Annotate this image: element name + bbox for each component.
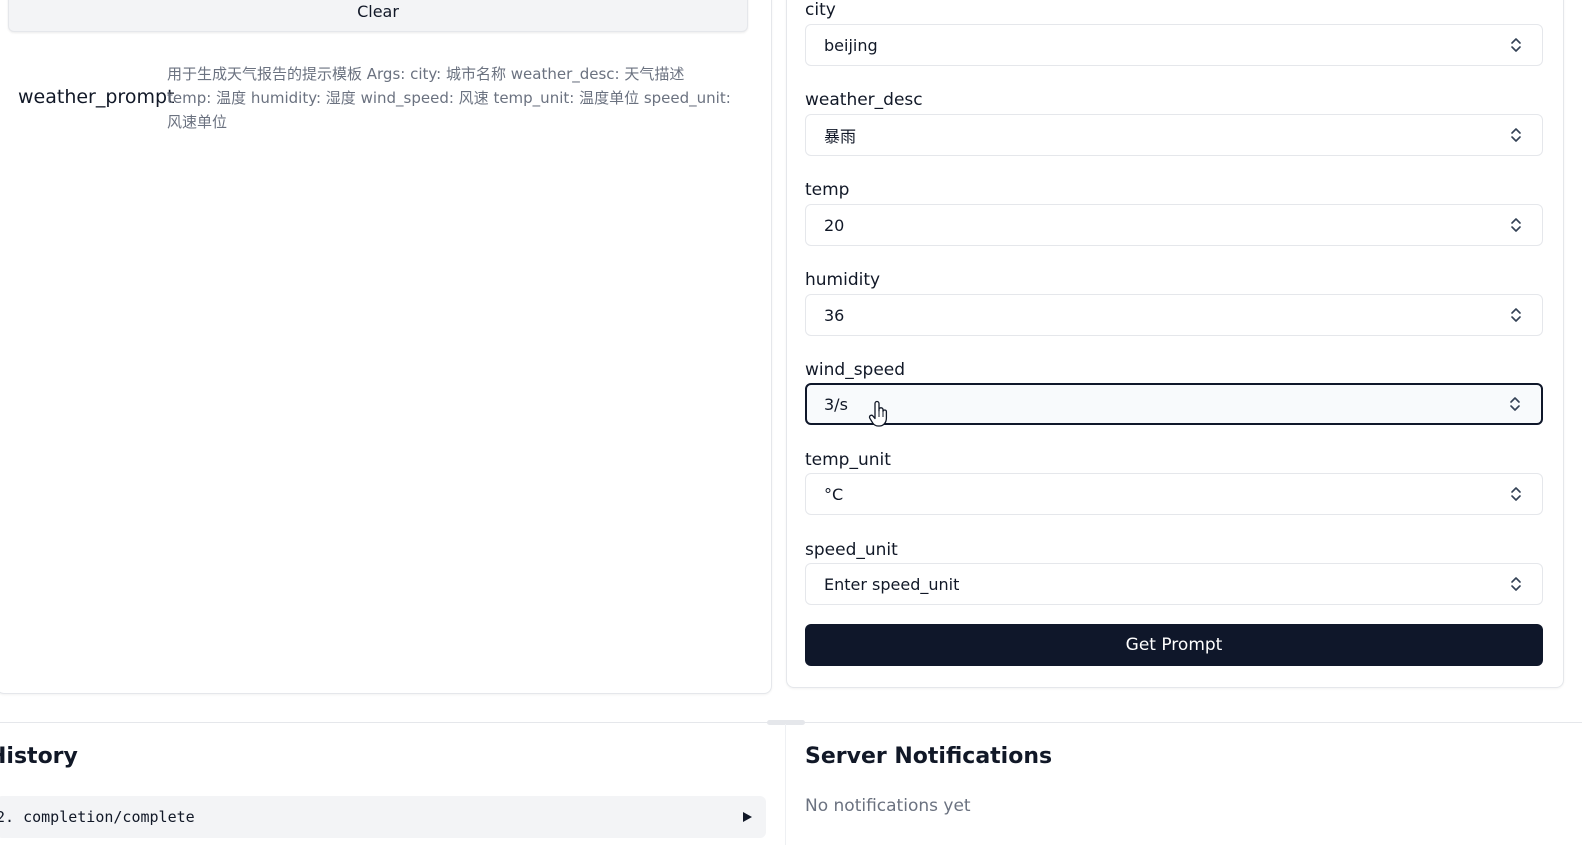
page: Clear weather_prompt 用于生成天气报告的提示模板 Args:… (0, 0, 1582, 845)
history-title: History (0, 744, 78, 769)
wind-speed-value: 3/s (824, 394, 848, 414)
field-label-wind-speed: wind_speed (805, 360, 906, 380)
history-item[interactable]: 2. completion/complete (0, 796, 766, 838)
notifications-title: Server Notifications (805, 744, 1053, 769)
field-label-temp-unit: temp_unit (805, 450, 891, 470)
get-prompt-button[interactable]: Get Prompt (805, 624, 1543, 666)
wind-speed-select[interactable]: 3/s (805, 383, 1543, 425)
chevron-up-down-icon (1510, 126, 1522, 144)
field-label-weather-desc: weather_desc (805, 90, 923, 110)
chevron-up-down-icon (1510, 306, 1522, 324)
humidity-value: 36 (824, 305, 845, 325)
field-label-humidity: humidity (805, 270, 881, 290)
temp-value: 20 (824, 215, 845, 235)
speed-unit-select[interactable]: Enter speed_unit (805, 563, 1543, 605)
field-label-temp: temp (805, 180, 850, 200)
prompt-description: 用于生成天气报告的提示模板 Args: city: 城市名称 weather_d… (167, 65, 731, 131)
clear-button[interactable]: Clear (8, 0, 748, 32)
weather-desc-select[interactable]: 暴雨 (805, 114, 1543, 156)
temp-unit-select[interactable]: °C (805, 473, 1543, 515)
city-value: beijing (824, 35, 878, 55)
chevron-up-down-icon (1509, 395, 1521, 413)
history-item-label: 2. completion/complete (0, 808, 195, 826)
chevron-up-down-icon (1510, 485, 1522, 503)
prompt-name: weather_prompt (18, 86, 175, 108)
weather-desc-value: 暴雨 (824, 127, 857, 146)
notifications-empty-text: No notifications yet (805, 796, 971, 816)
field-label-speed-unit: speed_unit (805, 540, 898, 560)
field-label-city: city (805, 0, 836, 20)
temp-select[interactable]: 20 (805, 204, 1543, 246)
city-select[interactable]: beijing (805, 24, 1543, 66)
chevron-up-down-icon (1510, 216, 1522, 234)
temp-unit-value: °C (824, 484, 844, 504)
chevron-up-down-icon (1510, 36, 1522, 54)
bottom-divider (785, 724, 786, 845)
humidity-select[interactable]: 36 (805, 294, 1543, 336)
play-icon[interactable] (740, 810, 754, 824)
chevron-up-down-icon (1510, 575, 1522, 593)
speed-unit-placeholder: Enter speed_unit (824, 574, 960, 594)
resize-handle[interactable] (767, 720, 805, 725)
